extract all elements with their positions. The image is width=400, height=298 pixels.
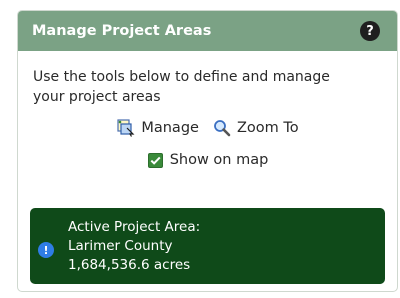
manage-project-areas-panel: Manage Project Areas ? Use the tools bel… xyxy=(17,10,398,292)
checkbox-checked-icon[interactable] xyxy=(147,152,163,168)
info-icon: ! xyxy=(38,242,54,258)
panel-title: Manage Project Areas xyxy=(32,23,212,39)
help-button[interactable]: ? xyxy=(360,21,380,41)
zoom-to-label: Zoom To xyxy=(236,120,299,136)
active-area-details: Active Project Area: Larimer County 1,68… xyxy=(68,218,200,275)
tools-row: Manage Zoom To xyxy=(33,119,383,137)
zoom-to-button[interactable]: Zoom To xyxy=(213,119,299,137)
panel-header: Manage Project Areas ? xyxy=(18,11,397,51)
show-on-map-toggle[interactable]: Show on map xyxy=(33,152,383,168)
manage-areas-icon xyxy=(117,119,135,137)
panel-description: Use the tools below to define and manage… xyxy=(33,69,330,105)
magnifier-icon xyxy=(214,120,231,137)
manage-button[interactable]: Manage xyxy=(117,119,199,137)
show-on-map-label: Show on map xyxy=(169,152,269,168)
active-project-area-alert: ! Active Project Area: Larimer County 1,… xyxy=(30,208,385,284)
active-area-heading: Active Project Area: xyxy=(68,218,201,235)
active-area-size: 1,684,536.6 acres xyxy=(68,256,191,273)
manage-label: Manage xyxy=(141,120,199,136)
panel-body: Use the tools below to define and manage… xyxy=(18,51,397,168)
active-area-name: Larimer County xyxy=(68,237,173,254)
